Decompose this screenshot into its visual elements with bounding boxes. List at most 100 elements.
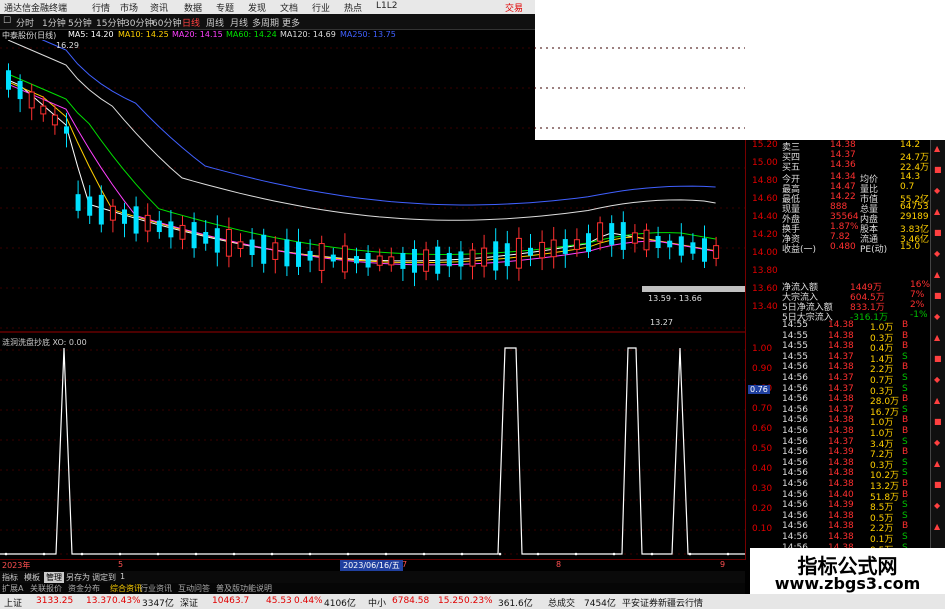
tool-icon[interactable]: ■ <box>934 480 942 489</box>
period-tab[interactable]: 周线 <box>206 16 224 29</box>
tick-price: 14.38 <box>828 521 854 532</box>
menu-item[interactable]: 热点 <box>344 1 362 14</box>
menu-item[interactable]: 发现 <box>248 1 266 14</box>
candle-body-down <box>504 243 510 267</box>
tick-price: 14.37 <box>828 351 854 362</box>
candle-body-down <box>446 252 452 267</box>
tool-icon[interactable]: ◆ <box>934 501 940 510</box>
tool-icon[interactable]: ◆ <box>934 249 940 258</box>
candle-body-up <box>539 241 546 259</box>
subtab[interactable]: 行业资讯 <box>140 583 172 594</box>
candle-body-down <box>64 126 69 134</box>
tick-price: 14.37 <box>828 436 854 447</box>
tool-icon[interactable]: ▲ <box>934 270 940 279</box>
tick-price: 14.38 <box>828 457 854 468</box>
subtab[interactable]: 普及版功能说明 <box>216 583 272 594</box>
period-tab[interactable]: 分时 <box>16 16 34 29</box>
subtab[interactable]: 互动问答 <box>178 583 210 594</box>
tick-price: 14.37 <box>828 373 854 383</box>
status-item: 4106亿 <box>324 599 356 609</box>
status-item: 6784.58 <box>392 596 430 606</box>
period-tab[interactable]: 60分钟 <box>152 16 181 29</box>
candle-body-down <box>249 239 255 256</box>
tab-template[interactable]: 模板 <box>24 572 40 583</box>
menu-item[interactable]: 行情 <box>92 1 110 14</box>
tool-icon[interactable]: ▲ <box>934 144 940 153</box>
signal-dot <box>194 552 198 556</box>
period-tab[interactable]: 30分钟 <box>124 16 153 29</box>
menu-item[interactable]: 市场 <box>120 1 138 14</box>
side-toolbar[interactable]: ▲ ■ ◆ ▲ ■ ◆ ▲ ■ ◆ ▲ ■ ◆ ▲ ■ ◆ ▲ ■ ◆ ▲ <box>930 140 945 550</box>
tool-icon[interactable]: ▲ <box>934 207 940 216</box>
menu-item[interactable]: 专题 <box>216 1 234 14</box>
tick-side: S <box>902 404 908 415</box>
status-item[interactable]: 上证 <box>4 596 22 609</box>
signal-dot <box>422 552 426 556</box>
candle-body-up <box>515 237 522 269</box>
period-tab[interactable]: 更多 <box>282 16 300 29</box>
period-icon[interactable]: ☐ <box>3 16 11 26</box>
subtab[interactable]: 资金分布 <box>68 583 100 594</box>
tick-time: 14:55 <box>782 341 808 352</box>
tab-number[interactable]: 1 <box>120 572 125 581</box>
menu-item[interactable]: 行业 <box>312 1 330 14</box>
tool-icon[interactable]: ■ <box>934 228 942 237</box>
subtab[interactable]: 综合资讯 <box>110 583 142 594</box>
menu-item[interactable]: 资讯 <box>150 1 168 14</box>
tool-icon[interactable]: ◆ <box>934 375 940 384</box>
chart-canvas[interactable]: 16.29 13.59 - 13.66 13.27 <box>0 40 745 560</box>
candle-body-down <box>156 220 162 233</box>
date-month: 9 <box>720 560 726 569</box>
status-item: 0.44% <box>294 596 323 606</box>
tool-icon[interactable]: ■ <box>934 165 942 174</box>
tool-icon[interactable]: ◆ <box>934 438 940 447</box>
tool-icon[interactable]: ▲ <box>934 396 940 405</box>
tick-side: S <box>902 457 908 468</box>
period-tab[interactable]: 1分钟 <box>42 16 66 29</box>
ma-line <box>41 40 716 206</box>
period-tab[interactable]: 月线 <box>230 16 248 29</box>
stat-label: PE(动) <box>860 245 888 255</box>
menu-item[interactable]: 文档 <box>280 1 298 14</box>
tick-time: 14:56 <box>782 373 808 383</box>
trade-menu[interactable]: 交易 <box>505 1 523 14</box>
status-item[interactable]: 深证 <box>180 596 198 609</box>
signal-dot <box>270 552 274 556</box>
period-tab[interactable]: 5分钟 <box>68 16 92 29</box>
period-tab-selected[interactable]: 日线 <box>182 16 200 29</box>
subtab[interactable]: 扩展A <box>2 583 23 594</box>
tool-icon[interactable]: ◆ <box>934 312 940 321</box>
tool-icon[interactable]: ■ <box>934 291 942 300</box>
candle-body-down <box>702 238 707 262</box>
menu-item[interactable]: L1L2 <box>376 1 397 11</box>
tool-icon[interactable]: ◆ <box>934 186 940 195</box>
period-tab[interactable]: 15分钟 <box>96 16 125 29</box>
tab-manage[interactable]: 管理 <box>44 572 64 583</box>
tool-icon[interactable]: ▲ <box>934 522 940 531</box>
candle-body-up <box>179 224 186 240</box>
tick-price: 14.38 <box>828 532 854 542</box>
candle-body-down <box>6 70 11 90</box>
tick-side: S <box>902 532 908 542</box>
tool-icon[interactable]: ▲ <box>934 459 940 468</box>
period-tab[interactable]: 多周期 <box>252 16 279 29</box>
menu-item[interactable]: 数据 <box>184 1 202 14</box>
watermark-url: www.zbgs3.com <box>774 574 921 593</box>
tool-icon[interactable]: ▲ <box>934 333 940 342</box>
tick-time: 14:56 <box>782 510 808 521</box>
candle-body-down <box>365 252 371 268</box>
tick-side: S <box>902 383 908 394</box>
tab-indicator[interactable]: 指标 <box>2 572 18 583</box>
tick-side: S <box>902 373 908 383</box>
status-item[interactable]: 中小 <box>368 596 386 609</box>
indicator-tick: 0.90 <box>752 364 773 374</box>
tool-icon[interactable]: ■ <box>934 354 942 363</box>
tick-time: 14:56 <box>782 362 808 373</box>
tool-icon[interactable]: ■ <box>934 417 942 426</box>
status-item: 13.37 <box>86 596 112 606</box>
candle-body-down <box>400 252 406 269</box>
subtab[interactable]: 关联报价 <box>30 583 62 594</box>
info-tabs: 扩展A 关联报价 资金分布 综合资讯 行业资讯 互动问答 普及版功能说明 <box>0 583 745 594</box>
tab-save-as[interactable]: 另存为 <box>66 572 90 583</box>
tab-pin[interactable]: 调定到 <box>92 572 116 583</box>
